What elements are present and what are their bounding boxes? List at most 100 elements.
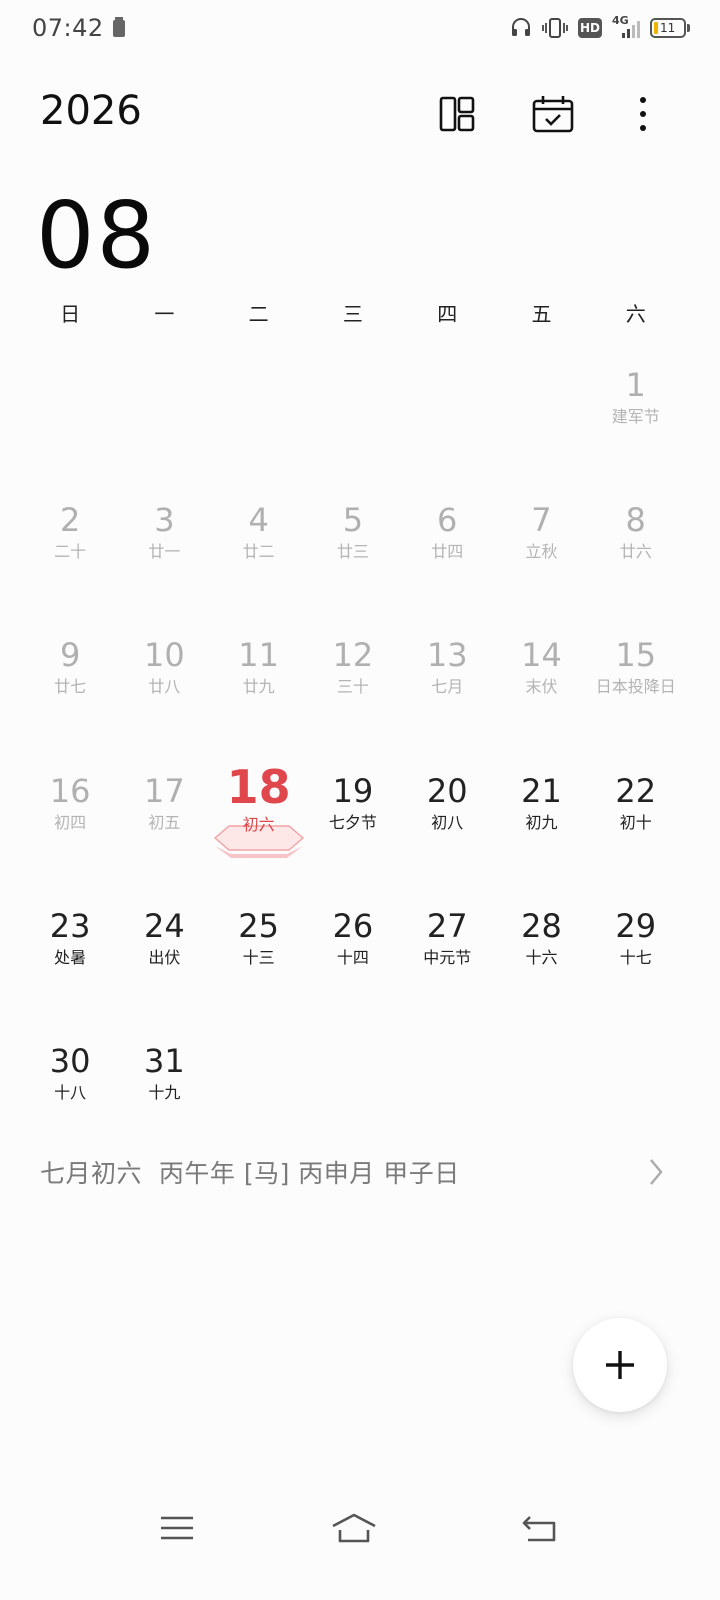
day-number: 16 xyxy=(49,771,91,810)
lunar-label: 出伏 xyxy=(148,947,181,967)
day-cell[interactable]: 6 廿四 xyxy=(400,485,494,620)
lunar-label: 处暑 xyxy=(54,947,87,967)
day-cell[interactable]: 9 廿七 xyxy=(23,620,117,755)
add-event-button[interactable] xyxy=(573,1318,667,1412)
hd-badge: HD xyxy=(578,18,602,38)
day-cell[interactable]: 31 十九 xyxy=(117,1026,211,1161)
day-number: 26 xyxy=(332,906,374,945)
day-number: 9 xyxy=(59,636,81,675)
day-cell[interactable]: 3 廿一 xyxy=(117,485,211,620)
day-cell[interactable]: 24 出伏 xyxy=(117,891,211,1026)
day-cell[interactable]: 2 二十 xyxy=(23,485,117,620)
day-number: 23 xyxy=(49,906,91,945)
layout-button[interactable] xyxy=(433,90,481,138)
day-cell[interactable]: 29 十七 xyxy=(589,891,683,1026)
day-cell[interactable]: 11 廿九 xyxy=(212,620,306,755)
weekday-label: 一 xyxy=(154,302,175,326)
lunar-label: 初八 xyxy=(431,812,464,832)
day-cell[interactable]: 17 初五 xyxy=(117,756,211,891)
lunar-label: 十八 xyxy=(54,1082,87,1102)
lunar-label: 二十 xyxy=(54,542,87,562)
weekday-label: 二 xyxy=(248,302,269,326)
year-title[interactable]: 2026 xyxy=(40,88,142,134)
day-number: 7 xyxy=(531,501,552,540)
day-number: 24 xyxy=(144,906,185,945)
day-cell[interactable]: 8 廿六 xyxy=(589,485,683,620)
weekday-label: 日 xyxy=(60,302,81,326)
day-cell[interactable]: 25 十三 xyxy=(212,891,306,1026)
navigation-bar xyxy=(0,1490,720,1570)
weekday-label: 五 xyxy=(531,302,552,326)
day-cell[interactable]: 20 初八 xyxy=(400,756,494,891)
battery-icon: 11 xyxy=(650,18,690,38)
more-options-button[interactable] xyxy=(619,90,667,138)
empty-cell xyxy=(212,350,306,485)
lunar-date-info[interactable]: 七月初六 丙午年 [马] 丙申月 甲子日 xyxy=(40,1154,460,1190)
day-cell[interactable]: 23 处暑 xyxy=(23,891,117,1026)
today-button[interactable] xyxy=(529,90,577,138)
day-number: 27 xyxy=(426,906,468,945)
day-cell[interactable]: 10 廿八 xyxy=(117,620,211,755)
nav-home-button[interactable] xyxy=(324,1508,384,1548)
day-cell[interactable]: 12 三十 xyxy=(306,620,400,755)
lunar-label: 七月 xyxy=(431,677,464,697)
weekday-label: 六 xyxy=(625,302,646,326)
day-number: 19 xyxy=(332,771,374,810)
lunar-label: 中元节 xyxy=(423,947,472,967)
day-cell[interactable]: 28 十六 xyxy=(494,891,588,1026)
lunar-label: 十三 xyxy=(242,947,275,967)
weekday-header: 日 一 二 三 四 五 六 xyxy=(23,298,683,327)
day-cell-today[interactable]: 18 初六 xyxy=(212,756,306,891)
lunar-label: 廿三 xyxy=(336,542,369,562)
lunar-label: 七夕节 xyxy=(328,812,377,832)
day-number: 10 xyxy=(144,636,185,675)
day-number: 5 xyxy=(342,501,364,540)
layout-icon xyxy=(439,96,475,132)
month-title: 08 xyxy=(36,182,158,289)
vibrate-icon xyxy=(542,18,568,38)
day-number: 22 xyxy=(615,771,657,810)
day-cell[interactable]: 16 初四 xyxy=(23,756,117,891)
battery-saver-icon xyxy=(113,17,125,37)
chevron-right-icon[interactable] xyxy=(646,1156,666,1188)
day-cell[interactable]: 22 初十 xyxy=(589,756,683,891)
lunar-label: 廿一 xyxy=(148,542,181,562)
nav-back-button[interactable] xyxy=(509,1508,569,1548)
day-cell[interactable]: 13 七月 xyxy=(400,620,494,755)
menu-icon xyxy=(161,1516,193,1540)
day-cell[interactable]: 21 初九 xyxy=(494,756,588,891)
empty-cell xyxy=(117,350,211,485)
day-number: 6 xyxy=(437,501,458,540)
day-cell[interactable]: 15 日本投降日 xyxy=(589,620,683,755)
day-cell[interactable]: 1 建军节 xyxy=(589,350,683,485)
day-number: 4 xyxy=(248,501,269,540)
day-number: 21 xyxy=(521,771,562,810)
empty-cell xyxy=(23,350,117,485)
lunar-label: 三十 xyxy=(336,677,369,697)
day-cell[interactable]: 4 廿二 xyxy=(212,485,306,620)
month-grid: 1 建军节 2 二十 3 廿一 4 廿二 5 廿三 6 廿四 7 立秋 8 廿六 9 廿七 10 廿八 11 廿九 12 三十… xyxy=(23,350,683,1161)
day-cell[interactable]: 26 十四 xyxy=(306,891,400,1026)
day-cell[interactable]: 5 廿三 xyxy=(306,485,400,620)
back-icon xyxy=(522,1516,556,1542)
headphones-icon xyxy=(512,18,530,36)
day-cell[interactable]: 14 末伏 xyxy=(494,620,588,755)
more-vertical-icon xyxy=(640,97,646,131)
day-number: 13 xyxy=(426,636,468,675)
day-number: 29 xyxy=(615,906,657,945)
weekday-label: 四 xyxy=(437,302,458,326)
home-icon xyxy=(332,1513,376,1543)
lunar-label: 十四 xyxy=(336,947,369,967)
weekday-label: 三 xyxy=(342,302,363,326)
day-cell[interactable]: 30 十八 xyxy=(23,1026,117,1161)
day-number: 25 xyxy=(238,906,280,945)
calendar-today-icon xyxy=(532,96,574,133)
day-number: 2 xyxy=(59,501,81,540)
lunar-label: 廿四 xyxy=(431,542,464,562)
lunar-label: 初九 xyxy=(525,812,558,832)
day-cell[interactable]: 27 中元节 xyxy=(400,891,494,1026)
nav-menu-button[interactable] xyxy=(147,1508,207,1548)
day-cell[interactable]: 7 立秋 xyxy=(494,485,588,620)
lunar-label: 初四 xyxy=(54,812,87,832)
day-cell[interactable]: 19 七夕节 xyxy=(306,756,400,891)
